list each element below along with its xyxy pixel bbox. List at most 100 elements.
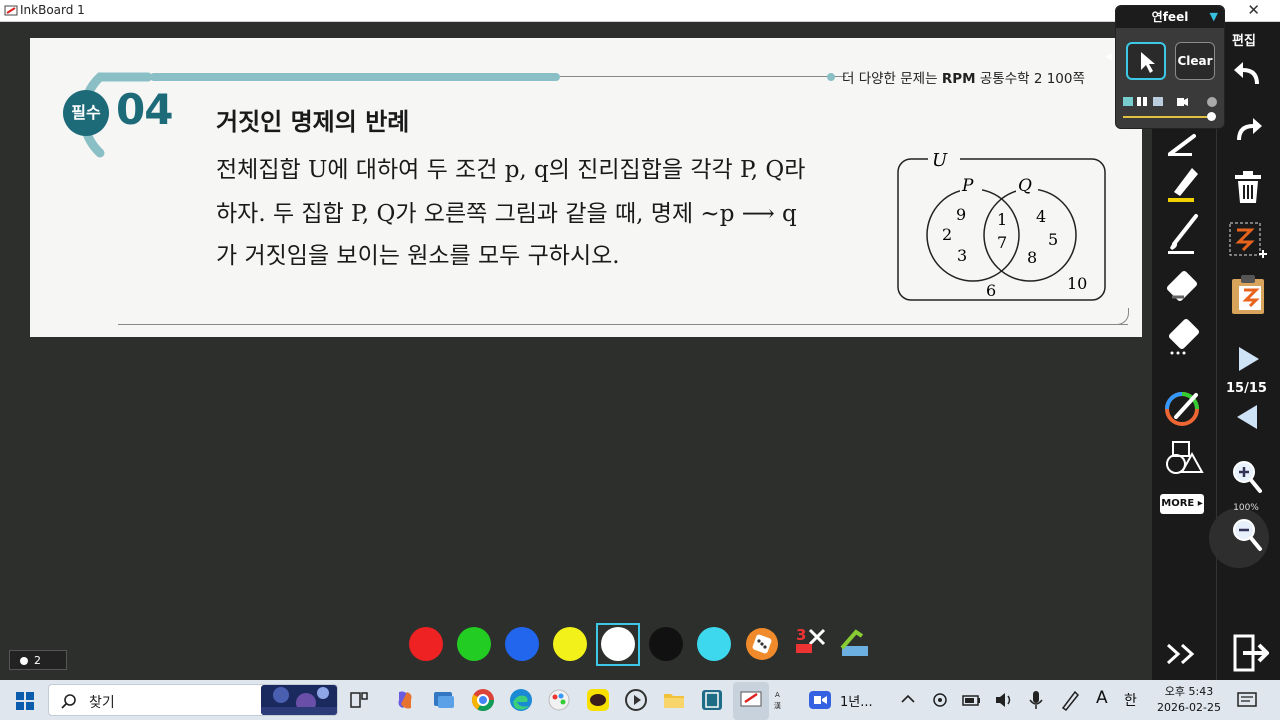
color-black[interactable] [649, 627, 683, 661]
footer-curve [1115, 308, 1129, 325]
ime-language-a[interactable]: A [1096, 688, 1108, 708]
app-icon [4, 5, 18, 16]
close-window-button[interactable]: ✕ [1247, 1, 1260, 19]
capture-tools[interactable] [1123, 96, 1219, 108]
clipboard-icon[interactable] [1229, 274, 1267, 316]
redo-icon[interactable] [1231, 114, 1265, 144]
cursor-icon [1141, 52, 1155, 73]
system-clock[interactable]: 오후 5:43 2026-02-25 [1154, 684, 1224, 716]
problem-line-1: 전체집합 U에 대하여 두 조건 p, q의 진리집합을 각각 P, Q라 [216, 157, 806, 183]
volume-icon[interactable] [994, 688, 1014, 712]
page-indicator[interactable]: 2 [9, 650, 67, 670]
clear-button[interactable]: Clear [1175, 42, 1215, 80]
page-indicator-value: 2 [34, 654, 41, 667]
zoom-level: 100% [1233, 503, 1259, 513]
windows-start-icon[interactable] [16, 692, 34, 710]
svg-text:3: 3 [796, 626, 806, 644]
eraser-icon[interactable] [1164, 267, 1204, 307]
universe-label: U [932, 150, 948, 171]
3d-off-icon[interactable]: 3 [794, 624, 828, 658]
file-explorer-icon[interactable] [662, 688, 686, 712]
ruler-icon[interactable] [838, 626, 872, 660]
page-counter: 15/15 [1226, 381, 1267, 396]
battery-icon[interactable] [962, 688, 982, 712]
paint-app-icon[interactable] [547, 688, 571, 712]
svg-text:漢: 漢 [774, 701, 781, 710]
zoom-app-label[interactable]: 1년... [840, 691, 873, 710]
clock-time: 오후 5:43 [1164, 685, 1214, 698]
kakaotalk-icon[interactable] [586, 688, 610, 712]
area-eraser-icon[interactable] [1164, 317, 1204, 357]
set-q-label: Q [1018, 176, 1032, 196]
color-green[interactable] [457, 627, 491, 661]
media-player-icon[interactable] [624, 688, 648, 712]
header-bar [150, 73, 560, 81]
pen-size-slider[interactable] [1123, 116, 1215, 118]
tray-chevron-icon[interactable] [898, 688, 918, 712]
dice-icon[interactable] [745, 627, 779, 661]
inkboard-app-icon[interactable] [739, 688, 763, 712]
zoom-in-icon[interactable] [1230, 459, 1264, 495]
pen-tray-icon[interactable] [1060, 688, 1080, 712]
page-dot-icon [20, 657, 28, 665]
color-cyan[interactable] [697, 627, 731, 661]
pen-panel-title: 연feel [1151, 10, 1189, 24]
pen-panel: 연feel ▼ Clear [1115, 5, 1225, 129]
collapse-icon[interactable] [1164, 639, 1204, 669]
element: 5 [1048, 230, 1058, 249]
color-white[interactable] [601, 627, 635, 661]
window-title: InkBoard 1 [20, 3, 85, 17]
edge-icon[interactable] [509, 688, 533, 712]
trash-icon[interactable] [1231, 169, 1265, 205]
element: 9 [956, 205, 966, 224]
search-box[interactable]: 찾기 [48, 684, 338, 716]
color-picker-icon[interactable] [1164, 387, 1204, 427]
svg-text:A: A [775, 691, 780, 699]
brush-icon[interactable] [1164, 212, 1204, 256]
zoom-app-icon[interactable] [808, 690, 832, 710]
clock-date: 2026-02-25 [1157, 701, 1221, 714]
header-rule [560, 76, 846, 77]
color-red[interactable] [409, 627, 443, 661]
copilot-icon[interactable] [393, 688, 417, 712]
task-view-icon[interactable] [347, 688, 371, 712]
bullet-icon [827, 73, 835, 81]
edit-label[interactable]: 편집 [1232, 30, 1256, 49]
more-button[interactable]: MORE ▸ [1160, 494, 1204, 514]
pen-panel-header[interactable]: 연feel ▼ [1116, 6, 1224, 28]
problem-number: 04 [116, 85, 173, 134]
panel-collapse-icon[interactable]: ◀ [1105, 52, 1112, 62]
prev-page-icon[interactable] [1235, 403, 1261, 431]
chrome-icon[interactable] [471, 688, 495, 712]
dropdown-icon[interactable]: ▼ [1210, 6, 1218, 28]
new-page-icon[interactable] [1227, 220, 1267, 262]
highlighter-icon[interactable] [1164, 162, 1204, 204]
zoom-out-icon[interactable] [1230, 517, 1264, 553]
ime-mode-icon[interactable]: A漢 [772, 688, 788, 712]
navigation-toolbar [1209, 22, 1280, 680]
notification-icon[interactable] [1236, 688, 1258, 712]
camera-icon[interactable] [930, 688, 950, 712]
element: 4 [1036, 207, 1046, 226]
shapes-icon[interactable] [1164, 438, 1204, 476]
exit-icon[interactable] [1233, 634, 1269, 672]
pen-size-handle[interactable] [1207, 112, 1216, 121]
taskbar: 찾기 A漢 1년... A 한 오후 5:43 2026-02-25 [0, 680, 1280, 720]
reference-text: 더 다양한 문제는 RPM 공통수학 2 100쪽 [842, 71, 1085, 87]
element: 6 [986, 281, 996, 300]
problem-title: 거짓인 명제의 반례 [216, 108, 410, 136]
color-yellow[interactable] [553, 627, 587, 661]
element: 1 [997, 210, 1007, 229]
cursor-button[interactable] [1126, 42, 1166, 80]
set-p-label: P [961, 176, 974, 196]
ime-language-han[interactable]: 한 [1124, 690, 1137, 710]
chat-icon[interactable] [432, 688, 456, 712]
next-page-icon[interactable] [1235, 345, 1261, 373]
pen-tool-icon[interactable] [1164, 132, 1204, 158]
app-z-icon[interactable] [700, 688, 724, 712]
undo-icon[interactable] [1231, 58, 1265, 88]
element: 7 [997, 233, 1007, 252]
microphone-icon[interactable] [1026, 688, 1046, 712]
element: 3 [957, 246, 967, 265]
color-blue[interactable] [505, 627, 539, 661]
